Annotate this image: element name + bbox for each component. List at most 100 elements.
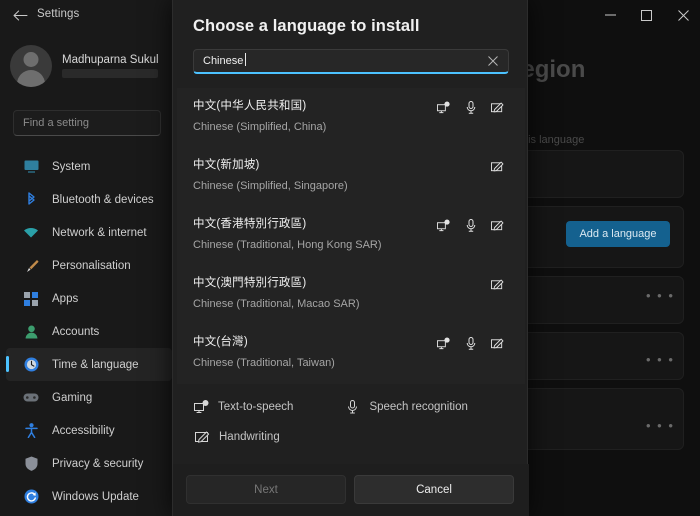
back-arrow-icon[interactable] xyxy=(9,5,31,25)
account-icon xyxy=(22,324,40,340)
next-button[interactable]: Next xyxy=(186,475,346,504)
add-a-language-label: Add a language xyxy=(579,228,657,240)
add-a-language-button[interactable]: Add a language xyxy=(566,221,670,247)
close-icon[interactable] xyxy=(486,54,500,68)
language-list-item[interactable]: 中文(台灣) Chinese (Traditional, Taiwan) xyxy=(177,324,525,383)
sidebar-item-label: Personalisation xyxy=(52,259,131,272)
search-input[interactable]: Find a setting xyxy=(13,110,161,136)
handwriting-icon xyxy=(491,277,504,291)
language-english-name: Chinese (Simplified, China) xyxy=(193,121,327,133)
profile-email-placeholder xyxy=(62,69,158,78)
sidebar-item-label: Network & internet xyxy=(52,226,147,239)
minimize-button[interactable] xyxy=(592,0,628,30)
legend-label: Handwriting xyxy=(219,431,280,443)
window-title: Settings xyxy=(37,8,80,20)
dialog-title: Choose a language to install xyxy=(193,17,420,35)
sidebar-item-privacy-security[interactable]: Privacy & security xyxy=(6,447,172,480)
sidebar-item-windows-update[interactable]: Windows Update xyxy=(6,480,172,513)
sidebar-item-accessibility[interactable]: Accessibility xyxy=(6,414,172,447)
speech-recognition-icon xyxy=(344,400,360,415)
language-list-item[interactable]: 中文(中华人民共和国) Chinese (Simplified, China) xyxy=(177,88,525,147)
close-button[interactable] xyxy=(665,0,700,30)
text-to-speech-icon xyxy=(437,218,450,232)
gamepad-icon xyxy=(22,390,40,406)
legend-label: Text-to-speech xyxy=(218,401,294,413)
speech-recognition-icon xyxy=(464,218,477,232)
language-search-value: Chinese xyxy=(203,53,247,67)
speech-recognition-icon xyxy=(464,336,477,350)
language-feature-icons xyxy=(437,336,504,350)
paintbrush-icon xyxy=(22,258,40,274)
language-native-name: 中文(澳門特別行政區) xyxy=(193,277,307,289)
legend-item-text-to-speech: Text-to-speech xyxy=(193,400,293,415)
handwriting-icon xyxy=(194,430,210,445)
profile-text: Madhuparna Sukul xyxy=(62,54,159,78)
settings-window-root: Settings Madhuparna Sukul Find a setting… xyxy=(0,0,700,516)
apps-icon xyxy=(22,291,40,307)
sidebar-item-label: Accounts xyxy=(52,325,100,338)
choose-language-dialog: Choose a language to install Chinese 中文(… xyxy=(172,0,529,516)
sidebar-item-apps[interactable]: Apps xyxy=(6,282,172,315)
sidebar-item-label: Gaming xyxy=(52,391,93,404)
language-english-name: Chinese (Traditional, Macao SAR) xyxy=(193,298,360,310)
sidebar-item-gaming[interactable]: Gaming xyxy=(6,381,172,414)
language-list-item[interactable]: 中文(香港特別行政區) Chinese (Traditional, Hong Ko… xyxy=(177,206,525,265)
language-feature-icons xyxy=(437,218,504,232)
language-english-name: Chinese (Traditional, Hong Kong SAR) xyxy=(193,239,382,251)
language-english-name: Chinese (Traditional, Taiwan) xyxy=(193,357,335,369)
sidebar-item-bluetooth-devices[interactable]: Bluetooth & devices xyxy=(6,183,172,216)
sidebar-item-label: Privacy & security xyxy=(52,457,144,470)
overflow-menu-button[interactable]: • • • xyxy=(646,418,674,433)
legend-row: Text-to-speech Speech recognition xyxy=(177,392,525,422)
language-results-list[interactable]: 中文(中华人民共和国) Chinese (Simplified, China) 中文… xyxy=(177,88,525,384)
language-list-item[interactable]: 中文(新加坡) Chinese (Simplified, Singapore) xyxy=(177,147,525,206)
sidebar-item-network-internet[interactable]: Network & internet xyxy=(6,216,172,249)
profile-name: Madhuparna Sukul xyxy=(62,54,159,66)
sidebar-item-accounts[interactable]: Accounts xyxy=(6,315,172,348)
language-native-name: 中文(新加坡) xyxy=(193,159,260,171)
cancel-button[interactable]: Cancel xyxy=(354,475,514,504)
sidebar-item-label: System xyxy=(52,160,91,173)
accessibility-icon xyxy=(22,423,40,439)
sidebar-item-label: Accessibility xyxy=(52,424,115,437)
language-english-name: Chinese (Simplified, Singapore) xyxy=(193,180,348,192)
sidebar-nav: System Bluetooth & devices Network & inter… xyxy=(6,150,172,513)
language-search-input[interactable]: Chinese xyxy=(193,49,509,74)
legend-row: Handwriting xyxy=(177,422,525,452)
avatar xyxy=(10,45,52,87)
sidebar-item-time-language[interactable]: Time & language xyxy=(6,348,172,381)
sidebar-item-personalisation[interactable]: Personalisation xyxy=(6,249,172,282)
clock-icon xyxy=(22,357,40,373)
user-profile[interactable]: Madhuparna Sukul xyxy=(10,42,170,90)
text-to-speech-icon xyxy=(437,336,450,350)
language-list-item[interactable]: 中文(澳門特別行政區) Chinese (Traditional, Macao S… xyxy=(177,265,525,324)
sidebar-item-label: Apps xyxy=(52,292,79,305)
legend-label: Speech recognition xyxy=(369,401,468,413)
legend-item-handwriting: Handwriting xyxy=(194,430,280,445)
handwriting-icon xyxy=(491,100,504,114)
language-feature-icons xyxy=(437,100,504,114)
bluetooth-icon xyxy=(22,192,40,208)
overflow-menu-button[interactable]: • • • xyxy=(646,288,674,303)
language-feature-icons xyxy=(491,277,504,291)
monitor-icon xyxy=(22,159,40,175)
text-to-speech-icon xyxy=(437,100,450,114)
maximize-button[interactable] xyxy=(628,0,664,30)
handwriting-icon xyxy=(491,218,504,232)
dialog-footer: Next Cancel xyxy=(173,464,529,516)
sidebar-item-label: Bluetooth & devices xyxy=(52,193,154,206)
handwriting-icon xyxy=(491,159,504,173)
feature-legend: Text-to-speech Speech recognition Handwr… xyxy=(177,392,525,458)
overflow-menu-button[interactable]: • • • xyxy=(646,352,674,367)
handwriting-icon xyxy=(491,336,504,350)
language-feature-icons xyxy=(491,159,504,173)
speech-recognition-icon xyxy=(464,100,477,114)
legend-item-speech-recognition: Speech recognition xyxy=(344,400,468,415)
shield-icon xyxy=(22,456,40,472)
text-to-speech-icon xyxy=(193,400,209,415)
search-placeholder: Find a setting xyxy=(23,117,90,129)
sidebar-item-system[interactable]: System xyxy=(6,150,172,183)
sidebar-item-label: Windows Update xyxy=(52,490,139,503)
sidebar-item-label: Time & language xyxy=(52,358,139,371)
update-icon xyxy=(22,489,40,505)
